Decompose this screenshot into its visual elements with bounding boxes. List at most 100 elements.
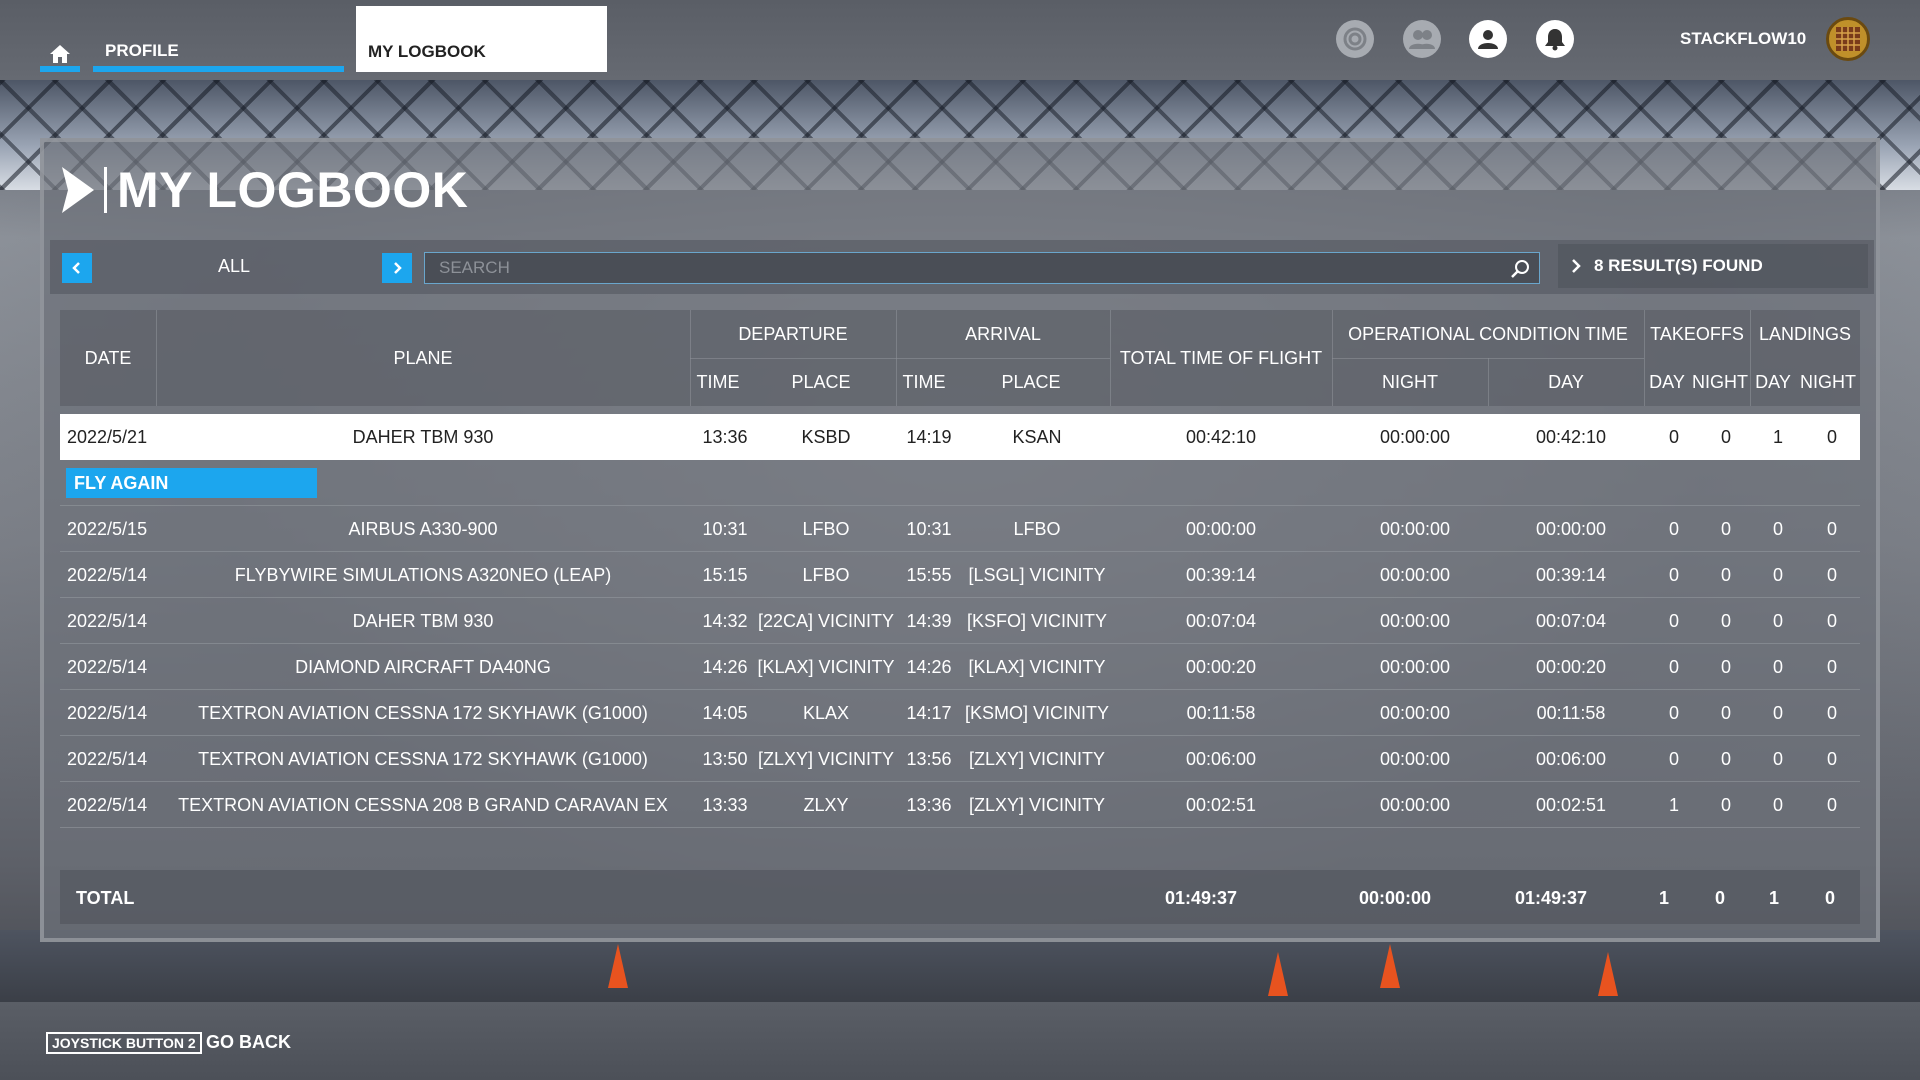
cell-takeoffs-day: 0 bbox=[1668, 657, 1679, 677]
cell-landings-day: 0 bbox=[1772, 795, 1783, 815]
cell-night: 00:00:00 bbox=[1379, 795, 1451, 815]
cell-departure-time: 14:05 bbox=[702, 703, 748, 723]
tab-profile[interactable]: PROFILE bbox=[93, 36, 344, 72]
header-day[interactable]: DAY bbox=[1488, 372, 1644, 393]
cell-departure-time: 14:26 bbox=[702, 657, 748, 677]
cell-day: 00:02:51 bbox=[1535, 795, 1607, 815]
friends-button[interactable] bbox=[1403, 20, 1441, 58]
header-plane[interactable]: PLANE bbox=[156, 348, 690, 369]
header-operational-condition-time: OPERATIONAL CONDITION TIME bbox=[1348, 324, 1628, 344]
home-icon bbox=[50, 45, 70, 63]
header-arrival-place[interactable]: PLACE bbox=[952, 372, 1110, 393]
activity-button[interactable] bbox=[1336, 20, 1374, 58]
header-landings-day[interactable]: DAY bbox=[1750, 372, 1796, 393]
cell-date: 2022/5/21 bbox=[67, 427, 148, 447]
table-row[interactable]: 2022/5/14 TEXTRON AVIATION CESSNA 172 SKY… bbox=[60, 690, 1860, 736]
cell-takeoffs-night: 0 bbox=[1720, 703, 1731, 723]
filter-bar: ALL 8 RESULT(S) FOUND bbox=[50, 240, 1874, 294]
cell-landings-day: 0 bbox=[1772, 703, 1783, 723]
table-row[interactable]: 2022/5/14 DAHER TBM 930 14:32 [22CA] VICINI… bbox=[60, 598, 1860, 644]
fly-again-row: FLY AGAIN bbox=[60, 460, 1860, 506]
friends-icon bbox=[1409, 30, 1435, 49]
traffic-cone bbox=[1380, 944, 1400, 988]
username[interactable]: STACKFLOW10 bbox=[1680, 29, 1806, 49]
cell-plane: DAHER TBM 930 bbox=[352, 427, 494, 447]
cell-landings-night: 0 bbox=[1826, 427, 1837, 447]
tab-profile-label: PROFILE bbox=[105, 41, 179, 60]
cell-landings-night: 0 bbox=[1826, 565, 1837, 585]
home-tab[interactable] bbox=[40, 36, 80, 72]
search-field bbox=[424, 252, 1540, 284]
cell-night: 00:00:00 bbox=[1379, 703, 1451, 723]
cell-arrival-place: [ZLXY] VICINITY bbox=[968, 749, 1106, 769]
cell-plane: FLYBYWIRE SIMULATIONS A320NEO (LEAP) bbox=[234, 565, 612, 585]
cell-day: 00:11:58 bbox=[1536, 703, 1606, 723]
cell-landings-night: 0 bbox=[1826, 519, 1837, 539]
cell-landings-day: 0 bbox=[1772, 611, 1783, 631]
cell-date: 2022/5/14 bbox=[67, 795, 148, 815]
cell-total-time: 00:06:00 bbox=[1185, 749, 1257, 769]
cell-total-time: 00:39:14 bbox=[1185, 565, 1257, 585]
header-landings: LANDINGS bbox=[1758, 324, 1852, 344]
header-takeoffs-night[interactable]: NIGHT bbox=[1690, 372, 1750, 393]
cell-landings-day: 0 bbox=[1772, 519, 1783, 539]
header-takeoffs: TAKEOFFS bbox=[1650, 324, 1744, 344]
tab-my-logbook[interactable]: MY LOGBOOK bbox=[356, 6, 607, 72]
table-row[interactable]: 2022/5/14 TEXTRON AVIATION CESSNA 172 SKY… bbox=[60, 736, 1860, 782]
table-body: 2022/5/15 AIRBUS A330-900 10:31 LFBO 10:31 LF… bbox=[60, 506, 1860, 828]
header-night[interactable]: NIGHT bbox=[1332, 372, 1488, 393]
cell-departure-time: 13:50 bbox=[702, 749, 748, 769]
header-date[interactable]: DATE bbox=[60, 348, 156, 369]
user-profile-button[interactable] bbox=[1469, 20, 1507, 58]
filter-selected-value: ALL bbox=[218, 256, 251, 276]
search-icon[interactable] bbox=[1509, 258, 1531, 280]
total-row: TOTAL 01:49:37 00:00:00 01:49:37 1 0 1 0 bbox=[60, 870, 1860, 924]
table-row[interactable]: 2022/5/15 AIRBUS A330-900 10:31 LFBO 10:31 LF… bbox=[60, 506, 1860, 552]
avatar[interactable] bbox=[1826, 17, 1870, 61]
cell-plane: AIRBUS A330-900 bbox=[348, 519, 498, 539]
table-row-selected[interactable]: 2022/5/21 DAHER TBM 930 13:36 KSBD 14:19… bbox=[60, 414, 1860, 460]
notifications-button[interactable] bbox=[1536, 20, 1574, 58]
bottom-bar: JOYSTICK BUTTON 2 GO BACK bbox=[0, 1002, 1920, 1080]
total-takeoffs-day: 1 bbox=[1658, 888, 1669, 908]
cell-departure-place: [KLAX] VICINITY bbox=[757, 657, 895, 677]
table-row[interactable]: 2022/5/14 DIAMOND AIRCRAFT DA40NG 14:26 [KL… bbox=[60, 644, 1860, 690]
header-landings-night[interactable]: NIGHT bbox=[1796, 372, 1860, 393]
filter-prev-button[interactable] bbox=[62, 253, 92, 283]
total-flight-time: 01:49:37 bbox=[1164, 888, 1238, 908]
avatar-grid-icon bbox=[1836, 27, 1860, 51]
cell-landings-night: 0 bbox=[1826, 749, 1837, 769]
results-count: 8 RESULT(S) FOUND bbox=[1558, 244, 1868, 288]
header-departure: DEPARTURE bbox=[738, 324, 848, 344]
header-departure-time[interactable]: TIME bbox=[690, 372, 746, 393]
cell-departure-time: 14:32 bbox=[702, 611, 748, 631]
cell-landings-night: 0 bbox=[1826, 795, 1837, 815]
header-takeoffs-day[interactable]: DAY bbox=[1644, 372, 1690, 393]
filter-next-button[interactable] bbox=[382, 253, 412, 283]
cell-landings-day: 0 bbox=[1772, 749, 1783, 769]
search-input[interactable] bbox=[425, 253, 1539, 283]
cell-plane: TEXTRON AVIATION CESSNA 172 SKYHAWK (G10… bbox=[198, 749, 648, 769]
cell-date: 2022/5/14 bbox=[67, 611, 148, 631]
cell-takeoffs-day: 1 bbox=[1668, 795, 1679, 815]
cell-landings-night: 0 bbox=[1826, 703, 1837, 723]
cell-takeoffs-night: 0 bbox=[1720, 427, 1731, 447]
cell-departure-time: 10:31 bbox=[702, 519, 748, 539]
cell-arrival-place: LFBO bbox=[1013, 519, 1061, 539]
top-navigation-bar: PROFILE MY LOGBOOK STACKFLOW10 bbox=[0, 0, 1920, 80]
table-row[interactable]: 2022/5/14 FLYBYWIRE SIMULATIONS A320NEO (… bbox=[60, 552, 1860, 598]
header-total-time[interactable]: TOTAL TIME OF FLIGHT bbox=[1110, 348, 1332, 369]
cell-departure-place: LFBO bbox=[802, 519, 850, 539]
cell-arrival-place: [ZLXY] VICINITY bbox=[968, 795, 1106, 815]
cell-takeoffs-day: 0 bbox=[1668, 565, 1679, 585]
go-back-button[interactable]: GO BACK bbox=[206, 1032, 291, 1053]
cell-total-time: 00:00:00 bbox=[1185, 519, 1257, 539]
fly-again-button[interactable]: FLY AGAIN bbox=[66, 468, 317, 498]
header-arrival-time[interactable]: TIME bbox=[896, 372, 952, 393]
total-landings-day: 1 bbox=[1768, 888, 1779, 908]
cell-takeoffs-day: 0 bbox=[1668, 611, 1679, 631]
cell-date: 2022/5/14 bbox=[67, 749, 148, 769]
header-departure-place[interactable]: PLACE bbox=[746, 372, 896, 393]
cell-departure-place: ZLXY bbox=[803, 795, 849, 815]
table-row[interactable]: 2022/5/14 TEXTRON AVIATION CESSNA 208 B G… bbox=[60, 782, 1860, 828]
